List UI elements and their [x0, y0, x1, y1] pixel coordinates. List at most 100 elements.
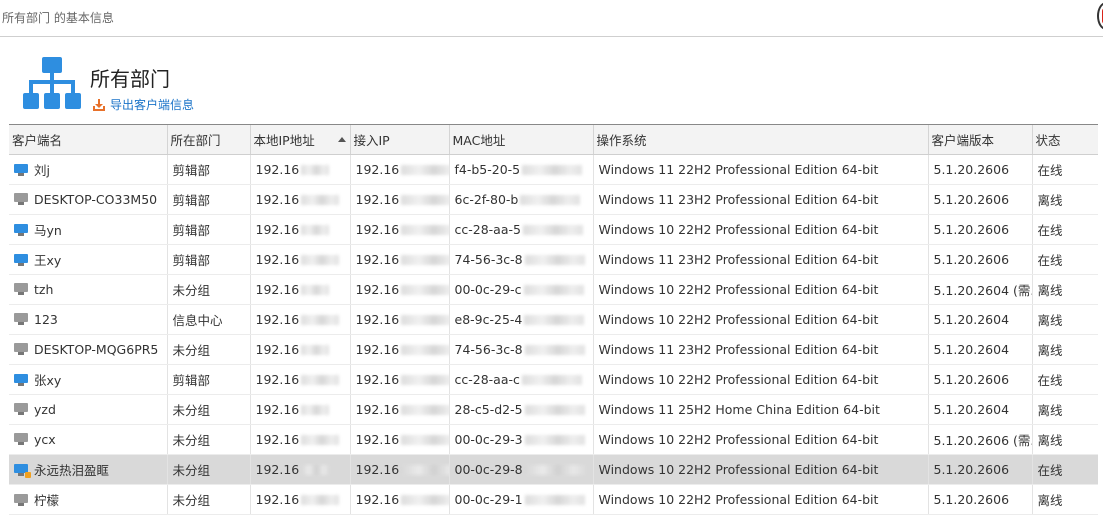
table-row[interactable]: 马yn 剪辑部 192.16 192.16 cc-28-aa-5 Windows 10 2… [9, 214, 1098, 245]
redaction-mask [401, 165, 448, 175]
redaction-mask [524, 345, 585, 355]
redaction-mask [523, 285, 584, 295]
cell-status: 在线 [1032, 454, 1098, 485]
cell-mac: f4-b5-20-5 [449, 154, 594, 185]
mac-value: 74-56-3c-8 [454, 251, 523, 267]
local-ip-value: 192.16 [255, 161, 300, 177]
mac-value: 28-c5-d2-5 [454, 401, 523, 417]
access-ip-value: 192.16 [355, 431, 400, 447]
cell-client-name: DESKTOP-CO33M50 [9, 184, 168, 215]
redaction-mask [301, 225, 330, 235]
column-header-mac[interactable]: MAC地址 [449, 125, 594, 155]
cell-mac: 00-0c-29-1 [449, 484, 594, 515]
table-row[interactable]: 123 信息中心 192.16 192.16 e8-9c-25-4 Windows 10 … [9, 304, 1098, 335]
table-row[interactable]: ycx 未分组 192.16 192.16 00-0c-29-3 Windows 10 2… [9, 424, 1098, 455]
cell-client-name: 刘j [9, 154, 168, 185]
cell-local-ip: 192.16 [250, 334, 351, 365]
cell-mac: cc-28-aa-5 [449, 214, 594, 245]
access-ip-value: 192.16 [355, 281, 400, 297]
redaction-mask [301, 375, 340, 385]
cell-local-ip: 192.16 [250, 244, 351, 275]
cell-mac: 74-56-3c-8 [449, 334, 594, 365]
cell-mac: 00-0c-29-8 [449, 454, 594, 485]
cell-version: 5.1.20.2606 [928, 244, 1033, 275]
cell-local-ip: 192.16 [250, 364, 351, 395]
export-link-label: 导出客户端信息 [110, 98, 195, 112]
redaction-mask [401, 375, 448, 385]
department-title: 所有部门 [90, 67, 170, 91]
sort-ascending-icon [337, 137, 346, 142]
cell-status: 离线 [1032, 484, 1098, 515]
access-ip-value: 192.16 [355, 311, 400, 327]
computer-offline-icon [14, 313, 28, 325]
cell-department: 剪辑部 [167, 364, 251, 395]
cell-os: Windows 11 22H2 Professional Edition 64-… [593, 154, 929, 185]
column-header-local-ip[interactable]: 本地IP地址 [250, 125, 351, 155]
table-row[interactable]: yzd 未分组 192.16 192.16 28-c5-d2-5 Windows 11 2… [9, 394, 1098, 425]
cell-version: 5.1.20.2606 (需... [928, 424, 1033, 455]
cell-access-ip: 192.16 [350, 274, 450, 305]
client-name: 123 [34, 311, 58, 327]
cell-client-name: DESKTOP-MQG6PR5 [9, 334, 168, 365]
cell-client-name: tzh [9, 274, 168, 305]
cell-department: 未分组 [167, 394, 251, 425]
table-row[interactable]: 刘j 剪辑部 192.16 192.16 f4-b5-20-5 Windows 11 22… [9, 154, 1098, 185]
cell-local-ip: 192.16 [250, 454, 351, 485]
redaction-mask [524, 315, 585, 325]
access-ip-value: 192.16 [355, 371, 400, 387]
cell-client-name: 张xy [9, 364, 168, 395]
mac-value: e8-9c-25-4 [454, 311, 523, 327]
column-header-version[interactable]: 客户端版本 [928, 125, 1033, 155]
cell-access-ip: 192.16 [350, 334, 450, 365]
mac-value: cc-28-aa-5 [454, 221, 521, 237]
redaction-mask [301, 315, 340, 325]
cell-client-name: ycx [9, 424, 168, 455]
redaction-mask [524, 405, 585, 415]
cell-access-ip: 192.16 [350, 304, 450, 335]
redaction-mask [301, 405, 330, 415]
mac-value: cc-28-aa-c [454, 371, 520, 387]
table-row[interactable]: 王xy 剪辑部 192.16 192.16 74-56-3c-8 Windows 11 2… [9, 244, 1098, 275]
table-row[interactable]: 永远热泪盈眶 未分组 192.16 192.16 00-0c-29-8 Windows 1… [9, 454, 1098, 485]
cell-access-ip: 192.16 [350, 244, 450, 275]
table-row[interactable]: 柠檬 未分组 192.16 192.16 00-0c-29-1 Windows 10 22… [9, 484, 1098, 515]
access-ip-value: 192.16 [355, 491, 400, 507]
cell-status: 在线 [1032, 214, 1098, 245]
table-row[interactable]: 张xy 剪辑部 192.16 192.16 cc-28-aa-c Windows 10 2… [9, 364, 1098, 395]
redaction-mask [401, 255, 448, 265]
mac-value: 00-0c-29-1 [454, 491, 523, 507]
client-name: 刘j [34, 162, 50, 178]
redaction-mask [520, 195, 581, 205]
column-header-status[interactable]: 状态 [1032, 125, 1098, 155]
column-header-client-name[interactable]: 客户端名 [9, 125, 168, 155]
client-name: 柠檬 [34, 492, 60, 508]
table-row[interactable]: tzh 未分组 192.16 192.16 00-0c-29-c Windows 10 2… [9, 274, 1098, 305]
cell-version: 5.1.20.2604 [928, 394, 1033, 425]
cell-os: Windows 10 22H2 Professional Edition 64-… [593, 424, 929, 455]
table-row[interactable]: DESKTOP-CO33M50 剪辑部 192.16 192.16 6c-2f-80-b… [9, 184, 1098, 215]
redaction-mask [301, 255, 340, 265]
redaction-mask [401, 315, 448, 325]
client-name: ycx [34, 431, 56, 447]
cell-client-name: 永远热泪盈眶 [9, 454, 168, 485]
cell-local-ip: 192.16 [250, 184, 351, 215]
window-title: 所有部门 的基本信息 [2, 11, 114, 25]
computer-online-icon [14, 164, 28, 176]
table-row[interactable]: DESKTOP-MQG6PR5 未分组 192.16 192.16 74-56-3c-8… [9, 334, 1098, 365]
cell-version: 5.1.20.2606 [928, 454, 1033, 485]
cell-mac: 28-c5-d2-5 [449, 394, 594, 425]
cell-version: 5.1.20.2606 [928, 364, 1033, 395]
cell-status: 在线 [1032, 244, 1098, 275]
app-corner-icon[interactable] [1097, 2, 1103, 30]
column-header-os[interactable]: 操作系统 [593, 125, 929, 155]
local-ip-value: 192.16 [255, 461, 300, 477]
export-clients-link[interactable]: 导出客户端信息 [92, 96, 194, 113]
cell-client-name: 马yn [9, 214, 168, 245]
column-header-access-ip[interactable]: 接入IP [350, 125, 450, 155]
cell-local-ip: 192.16 [250, 154, 351, 185]
mac-value: 00-0c-29-8 [454, 461, 523, 477]
client-name: 永远热泪盈眶 [34, 462, 110, 478]
cell-mac: 00-0c-29-3 [449, 424, 594, 455]
column-header-department[interactable]: 所在部门 [167, 125, 251, 155]
cell-client-name: 123 [9, 304, 168, 335]
